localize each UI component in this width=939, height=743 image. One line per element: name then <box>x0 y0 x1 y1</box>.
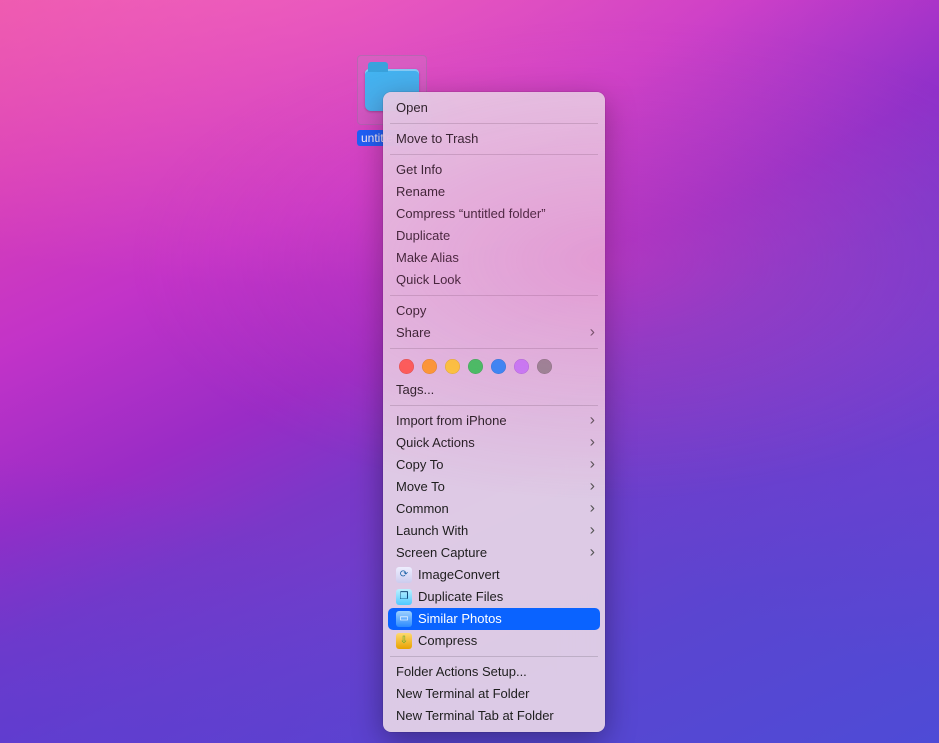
menu-item-label: New Terminal Tab at Folder <box>396 708 592 724</box>
menu-item-label: Screen Capture <box>396 545 592 561</box>
menu-move-to-trash[interactable]: Move to Trash <box>383 128 605 150</box>
menu-item-label: Move To <box>396 479 592 495</box>
menu-duplicate-files[interactable]: ❐ Duplicate Files <box>383 586 605 608</box>
menu-launch-with[interactable]: Launch With <box>383 520 605 542</box>
menu-separator <box>390 154 598 155</box>
menu-rename[interactable]: Rename <box>383 181 605 203</box>
menu-item-label: Share <box>396 325 592 341</box>
menu-item-label: Duplicate <box>396 228 592 244</box>
menu-item-label: Quick Actions <box>396 435 592 451</box>
menu-similar-photos[interactable]: ▭ Similar Photos <box>388 608 600 630</box>
menu-compress-named[interactable]: Compress “untitled folder” <box>383 203 605 225</box>
tag-gray[interactable] <box>537 359 552 374</box>
tag-red[interactable] <box>399 359 414 374</box>
menu-make-alias[interactable]: Make Alias <box>383 247 605 269</box>
image-convert-icon: ⟳ <box>396 567 412 583</box>
menu-duplicate[interactable]: Duplicate <box>383 225 605 247</box>
tag-orange[interactable] <box>422 359 437 374</box>
menu-item-label: Import from iPhone <box>396 413 592 429</box>
menu-copy-to[interactable]: Copy To <box>383 454 605 476</box>
menu-separator <box>390 656 598 657</box>
tag-blue[interactable] <box>491 359 506 374</box>
menu-open[interactable]: Open <box>383 97 605 119</box>
menu-new-terminal-tab-at-folder[interactable]: New Terminal Tab at Folder <box>383 705 605 727</box>
menu-import-iphone[interactable]: Import from iPhone <box>383 410 605 432</box>
menu-tags[interactable]: Tags... <box>383 379 605 401</box>
menu-quick-actions[interactable]: Quick Actions <box>383 432 605 454</box>
menu-folder-actions-setup[interactable]: Folder Actions Setup... <box>383 661 605 683</box>
menu-share[interactable]: Share <box>383 322 605 344</box>
menu-item-label: Make Alias <box>396 250 592 266</box>
menu-item-label: Common <box>396 501 592 517</box>
menu-item-label: Copy <box>396 303 592 319</box>
menu-separator <box>390 348 598 349</box>
menu-screen-capture[interactable]: Screen Capture <box>383 542 605 564</box>
menu-get-info[interactable]: Get Info <box>383 159 605 181</box>
menu-item-label: ImageConvert <box>418 567 592 583</box>
menu-item-label: Compress “untitled folder” <box>396 206 592 222</box>
menu-separator <box>390 405 598 406</box>
tags-color-row <box>383 353 605 379</box>
menu-item-label: Compress <box>418 633 592 649</box>
menu-item-label: Tags... <box>396 382 592 398</box>
menu-item-label: Duplicate Files <box>418 589 592 605</box>
menu-compress-app[interactable]: ⇩ Compress <box>383 630 605 652</box>
menu-item-label: New Terminal at Folder <box>396 686 592 702</box>
menu-separator <box>390 123 598 124</box>
menu-separator <box>390 295 598 296</box>
menu-copy[interactable]: Copy <box>383 300 605 322</box>
menu-item-label: Get Info <box>396 162 592 178</box>
menu-common[interactable]: Common <box>383 498 605 520</box>
menu-move-to[interactable]: Move To <box>383 476 605 498</box>
menu-image-convert[interactable]: ⟳ ImageConvert <box>383 564 605 586</box>
menu-quick-look[interactable]: Quick Look <box>383 269 605 291</box>
menu-item-label: Copy To <box>396 457 592 473</box>
menu-item-label: Open <box>396 100 592 116</box>
tag-green[interactable] <box>468 359 483 374</box>
menu-new-terminal-at-folder[interactable]: New Terminal at Folder <box>383 683 605 705</box>
menu-item-label: Move to Trash <box>396 131 592 147</box>
menu-item-label: Quick Look <box>396 272 592 288</box>
duplicate-files-icon: ❐ <box>396 589 412 605</box>
similar-photos-icon: ▭ <box>396 611 412 627</box>
compress-app-icon: ⇩ <box>396 633 412 649</box>
menu-item-label: Similar Photos <box>418 611 587 627</box>
tag-yellow[interactable] <box>445 359 460 374</box>
menu-item-label: Rename <box>396 184 592 200</box>
menu-item-label: Launch With <box>396 523 592 539</box>
context-menu: Open Move to Trash Get Info Rename Compr… <box>383 92 605 732</box>
menu-item-label: Folder Actions Setup... <box>396 664 592 680</box>
tag-purple[interactable] <box>514 359 529 374</box>
